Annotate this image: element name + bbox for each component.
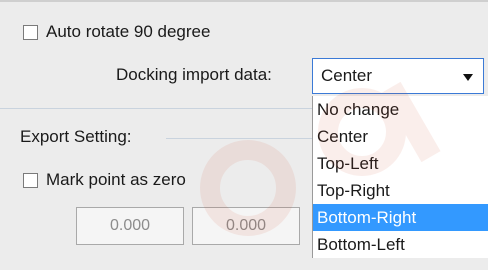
dropdown-option-no-change[interactable]: No change — [313, 96, 488, 123]
dropdown-option-center[interactable]: Center — [313, 123, 488, 150]
docking-selected-value: Center — [321, 66, 373, 85]
mark-point-checkbox[interactable] — [23, 173, 38, 188]
auto-rotate-label: Auto rotate 90 degree — [46, 22, 211, 41]
chevron-down-icon[interactable] — [463, 74, 473, 81]
auto-rotate-checkbox[interactable] — [23, 25, 38, 40]
dropdown-option-bottom-left[interactable]: Bottom-Left — [313, 231, 488, 258]
export-group-line — [166, 138, 312, 139]
dropdown-option-bottom-right[interactable]: Bottom-Right — [313, 204, 488, 231]
y-offset-input[interactable]: 0.000 — [192, 207, 300, 245]
docking-dropdown-list: No change Center Top-Left Top-Right Bott… — [312, 96, 488, 258]
dropdown-option-top-right[interactable]: Top-Right — [313, 177, 488, 204]
x-offset-input[interactable]: 0.000 — [76, 207, 184, 245]
top-divider — [0, 0, 488, 2]
docking-import-label: Docking import data: — [116, 65, 272, 84]
docking-select[interactable]: Center — [312, 58, 484, 94]
section-divider — [0, 108, 312, 109]
mark-point-label: Mark point as zero — [46, 170, 186, 189]
dropdown-option-top-left[interactable]: Top-Left — [313, 150, 488, 177]
export-setting-title: Export Setting: — [20, 127, 132, 146]
